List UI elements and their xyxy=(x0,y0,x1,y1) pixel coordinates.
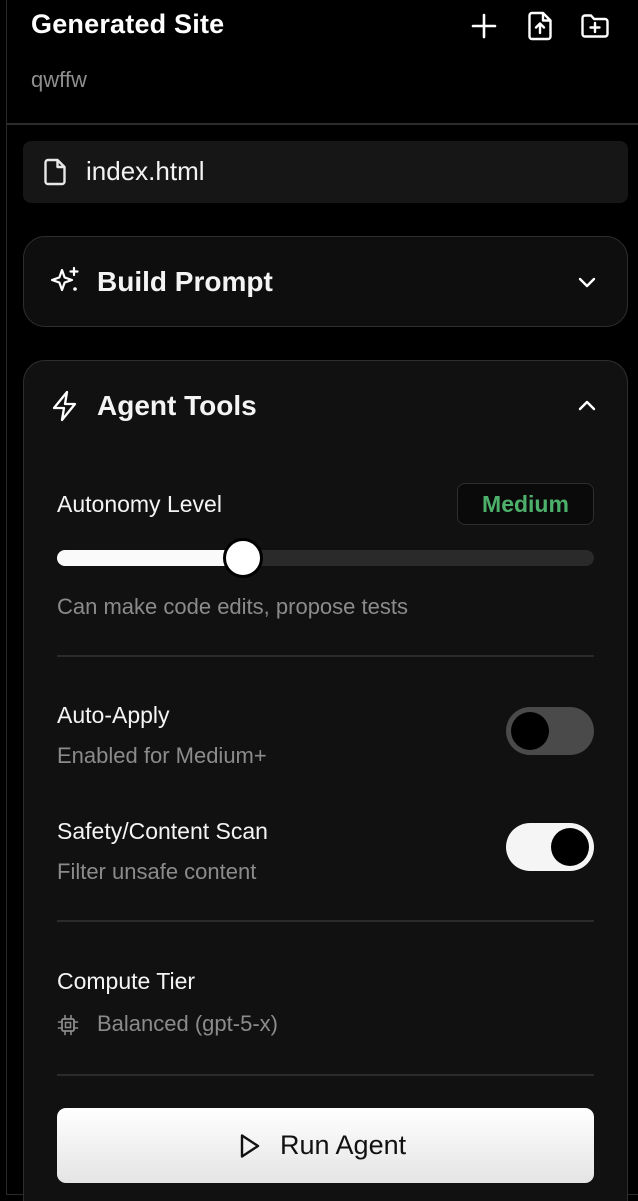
slider-thumb[interactable] xyxy=(223,538,264,578)
lightning-icon xyxy=(48,389,82,423)
chevron-down-icon[interactable] xyxy=(575,270,599,294)
toggle-knob xyxy=(511,712,549,750)
divider xyxy=(57,920,594,922)
safety-scan-toggle[interactable] xyxy=(506,823,594,871)
autonomy-level-label: Autonomy Level xyxy=(57,491,222,517)
file-item-index-html[interactable]: index.html xyxy=(23,141,628,203)
file-icon xyxy=(39,156,71,188)
sidebar-header: Generated Site qwffw xyxy=(7,0,638,125)
cpu-chip-icon xyxy=(57,1014,79,1036)
plus-icon[interactable] xyxy=(468,10,500,42)
chevron-up-icon[interactable] xyxy=(575,394,599,418)
sparkles-icon xyxy=(48,264,82,298)
site-title: Generated Site xyxy=(31,9,225,39)
autonomy-level-slider[interactable] xyxy=(57,538,594,578)
file-upload-icon[interactable] xyxy=(524,10,556,42)
file-name: index.html xyxy=(86,156,205,186)
safety-scan-description: Filter unsafe content xyxy=(57,859,257,884)
play-icon xyxy=(235,1132,263,1160)
sidebar-panel: Generated Site qwffw index.html Build Pr… xyxy=(6,0,638,1201)
autonomy-level-badge: Medium xyxy=(457,483,594,525)
site-subtitle: qwffw xyxy=(31,67,87,92)
autonomy-description: Can make code edits, propose tests xyxy=(57,594,408,619)
run-agent-button[interactable]: Run Agent xyxy=(57,1108,594,1183)
run-agent-label: Run Agent xyxy=(280,1130,407,1160)
divider xyxy=(57,1074,594,1076)
compute-tier-value: Balanced (gpt-5-x) xyxy=(97,1011,278,1036)
divider xyxy=(57,655,594,657)
compute-tier-label: Compute Tier xyxy=(57,968,196,994)
auto-apply-toggle[interactable] xyxy=(506,707,594,755)
auto-apply-label: Auto-Apply xyxy=(57,702,170,728)
safety-scan-label: Safety/Content Scan xyxy=(57,818,268,844)
slider-fill xyxy=(57,550,243,566)
agent-tools-title: Agent Tools xyxy=(97,390,257,421)
build-prompt-section[interactable]: Build Prompt xyxy=(23,236,628,327)
auto-apply-description: Enabled for Medium+ xyxy=(57,743,267,768)
agent-tools-section: Agent Tools Autonomy Level Medium Can ma… xyxy=(23,360,628,1201)
folder-plus-icon[interactable] xyxy=(579,10,611,42)
build-prompt-title: Build Prompt xyxy=(97,266,273,297)
toggle-knob xyxy=(551,828,589,866)
